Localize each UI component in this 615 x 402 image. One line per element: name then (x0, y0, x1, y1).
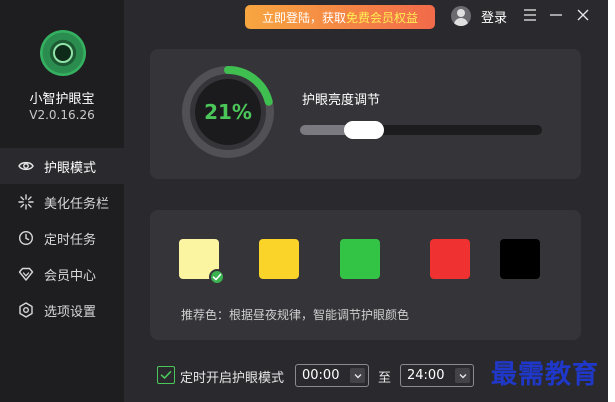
sidebar-nav: 护眼模式 美化任务栏 定时任务 会员中心 选项设置 (0, 148, 124, 328)
chevron-down-icon (455, 368, 470, 383)
app-version: V2.0.16.26 (29, 108, 95, 122)
menu-icon[interactable] (521, 6, 539, 24)
sidebar: 小智护眼宝 V2.0.16.26 护眼模式 美化任务栏 定时任务 会员中心 选项… (0, 0, 124, 402)
app-name: 小智护眼宝 (29, 92, 95, 107)
minimize-icon[interactable] (547, 6, 565, 24)
color-swatch-yellow[interactable] (259, 239, 299, 279)
sidebar-item-taskbar[interactable]: 美化任务栏 (0, 184, 124, 220)
promo-highlight: 免费会员权益 (346, 10, 419, 25)
sidebar-item-label: 选项设置 (44, 304, 97, 320)
brightness-label: 护眼亮度调节 (302, 93, 381, 108)
to-label: 至 (378, 371, 392, 386)
promo-text: 立即登陆，获取 (261, 10, 346, 25)
start-time-select[interactable]: 00:00 (295, 364, 369, 387)
sidebar-item-label: 定时任务 (44, 232, 97, 248)
sidebar-item-member[interactable]: 会员中心 (0, 256, 124, 292)
login-promo-button[interactable]: 立即登陆，获取 免费会员权益 (245, 5, 435, 29)
close-icon[interactable] (574, 6, 592, 24)
sidebar-item-label: 美化任务栏 (44, 196, 110, 212)
timer-label: 定时开启护眼模式 (180, 371, 285, 386)
eye-icon (18, 158, 34, 174)
start-time-value: 00:00 (302, 368, 340, 383)
watermark-text: 最需教育 (491, 360, 600, 390)
sidebar-item-settings[interactable]: 选项设置 (0, 292, 124, 328)
brightness-percent: 21% (204, 100, 252, 124)
color-swatch-black[interactable] (500, 239, 540, 279)
sidebar-item-timer[interactable]: 定时任务 (0, 220, 124, 256)
sparkle-icon (18, 194, 34, 210)
app-logo-icon (40, 30, 86, 76)
user-avatar-icon[interactable] (451, 6, 471, 26)
timer-checkbox[interactable] (157, 366, 175, 384)
color-swatch-light-yellow[interactable] (179, 239, 225, 285)
app-window: 小智护眼宝 V2.0.16.26 护眼模式 美化任务栏 定时任务 会员中心 选项… (0, 0, 608, 402)
selected-check-icon (209, 269, 225, 285)
color-swatch-green[interactable] (340, 239, 380, 279)
end-time-value: 24:00 (407, 368, 445, 383)
clock-icon (18, 230, 34, 246)
color-swatch-red[interactable] (430, 239, 470, 279)
brightness-panel: 21% 护眼亮度调节 (150, 49, 581, 179)
sidebar-item-eye-mode[interactable]: 护眼模式 (0, 148, 124, 184)
end-time-select[interactable]: 24:00 (400, 364, 474, 387)
brightness-slider-thumb[interactable] (344, 121, 384, 139)
login-link[interactable]: 登录 (481, 7, 507, 26)
settings-icon (18, 302, 34, 318)
brightness-slider[interactable] (300, 121, 542, 139)
chevron-down-icon (350, 368, 365, 383)
sidebar-item-label: 会员中心 (44, 268, 97, 284)
sidebar-item-label: 护眼模式 (44, 160, 97, 176)
diamond-icon (18, 266, 34, 282)
color-panel: 推荐色：根据昼夜规律，智能调节护眼颜色 (150, 210, 581, 340)
recommend-text: 推荐色：根据昼夜规律，智能调节护眼颜色 (181, 308, 410, 322)
